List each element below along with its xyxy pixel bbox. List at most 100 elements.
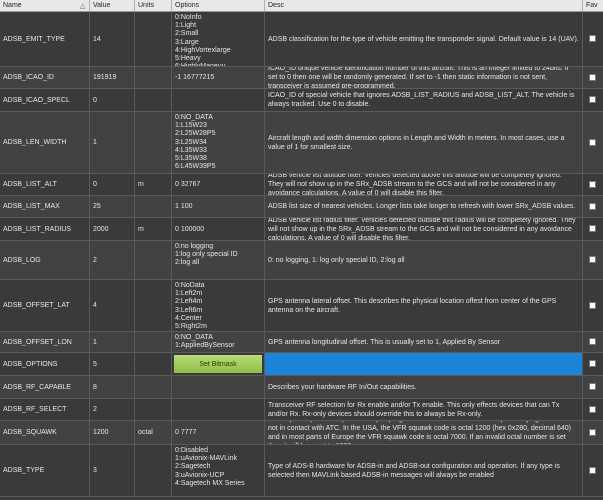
column-header-desc[interactable]: Desc <box>265 0 583 11</box>
column-header-name[interactable]: Name △ <box>0 0 90 11</box>
param-name-cell: ADSB_SQUAWK <box>0 421 90 444</box>
param-value-cell[interactable]: 8 <box>90 376 135 398</box>
param-value[interactable]: 3 <box>93 467 97 474</box>
param-value[interactable]: 1 <box>93 139 97 146</box>
fav-checkbox[interactable] <box>589 466 596 474</box>
param-desc-cell: Type of ADS-B hardware for ADSB-in and A… <box>265 445 583 496</box>
param-value[interactable]: 14 <box>93 36 101 43</box>
fav-cell <box>583 332 603 352</box>
option-item: 4:Sagetech MX Series <box>175 479 245 487</box>
param-value[interactable]: 25 <box>93 203 101 210</box>
param-value-cell[interactable]: 1200 <box>90 421 135 444</box>
param-value-cell[interactable]: 25 <box>90 196 135 217</box>
option-item: 3:Large <box>175 38 199 46</box>
param-value-cell[interactable]: 3 <box>90 445 135 496</box>
param-value-cell[interactable]: 5 <box>90 353 135 375</box>
param-value-cell[interactable]: 2000 <box>90 218 135 240</box>
param-units-cell: m <box>135 218 172 240</box>
fav-checkbox[interactable] <box>589 405 596 413</box>
param-options-cell: 0:Disabled 1:uAvionix-MAVLink 2:Sagetech 3:… <box>172 445 265 496</box>
param-value[interactable]: 1 <box>93 339 97 346</box>
param-desc-cell: VFR squawk (Mode 3/A) code is a pre-prog… <box>265 421 583 444</box>
param-value[interactable]: 1200 <box>93 429 109 436</box>
fav-checkbox[interactable] <box>589 360 596 367</box>
param-value-cell[interactable]: 191919 <box>90 67 135 88</box>
set-bitmask-button[interactable]: Set Bitmask <box>174 355 262 373</box>
param-value-cell[interactable]: 1 <box>90 332 135 352</box>
param-name-cell: ADSB_OFFSET_LAT <box>0 280 90 331</box>
parameter-grid: Name △ Value Units Options Desc Fav ADSB_… <box>0 0 603 500</box>
param-value-cell[interactable]: 2 <box>90 399 135 420</box>
fav-checkbox[interactable] <box>589 138 596 146</box>
fav-cell <box>583 241 603 279</box>
param-desc-cell: ADSB vehicle list altitude filter. Vehic… <box>265 174 583 195</box>
fav-cell <box>583 376 603 398</box>
param-value-cell[interactable]: 14 <box>90 12 135 66</box>
param-desc-cell: Transceiver RF selection for Rx enable a… <box>265 399 583 420</box>
fav-checkbox[interactable] <box>589 428 596 436</box>
table-row[interactable]: ADSB_LIST_ALT 0 m 0 32767 ADSB vehicle list … <box>0 174 603 196</box>
fav-checkbox[interactable] <box>589 301 596 309</box>
param-value-cell[interactable]: 0 <box>90 174 135 195</box>
param-desc-cell <box>265 353 583 375</box>
column-header-units[interactable]: Units <box>135 0 172 11</box>
param-value[interactable]: 5 <box>93 361 97 368</box>
option-item: 0:NoInfo <box>175 14 202 21</box>
fav-cell <box>583 67 603 88</box>
table-row[interactable]: ADSB_LIST_RADIUS 2000 m 0 100000 ADSB vehicl… <box>0 218 603 241</box>
param-value[interactable]: 0 <box>93 181 97 188</box>
table-row[interactable]: ADSB_RF_CAPABLE 8 Describes your hardware … <box>0 376 603 399</box>
table-row[interactable]: ADSB_SQUAWK 1200 octal 0 7777 VFR squawk (Mo… <box>0 421 603 445</box>
fav-checkbox[interactable] <box>589 96 596 103</box>
param-units: octal <box>138 429 153 436</box>
param-options-cell: 0:NO_DATA 1:L15W23 2:L25W28P5 3:L25W34 4:L35… <box>172 112 265 173</box>
param-value[interactable]: 191919 <box>93 74 116 81</box>
param-options-cell[interactable]: Set Bitmask <box>172 353 265 375</box>
table-row[interactable]: ADSB_OFFSET_LAT 4 0:NoData 1:Left2m 2:Left4m… <box>0 280 603 332</box>
param-options-cell: 1 100 <box>172 196 265 217</box>
option-item: 0:no logging <box>175 243 214 250</box>
column-header-options[interactable]: Options <box>172 0 265 11</box>
param-value[interactable]: 2 <box>93 406 97 413</box>
column-header-fav[interactable]: Fav <box>583 0 603 11</box>
param-value-cell[interactable]: 1 <box>90 112 135 173</box>
fav-checkbox[interactable] <box>589 180 596 188</box>
table-row[interactable]: ADSB_LEN_WIDTH 1 0:NO_DATA 1:L15W23 2:L25W28… <box>0 112 603 174</box>
param-name-cell: ADSB_EMIT_TYPE <box>0 12 90 66</box>
param-value-cell[interactable]: 0 <box>90 89 135 111</box>
table-row[interactable]: ADSB_LIST_MAX 25 1 100 ADSB list size of ne… <box>0 196 603 218</box>
table-row[interactable]: ADSB_RF_SELECT 2 Transceiver RF selection … <box>0 399 603 421</box>
fav-checkbox[interactable] <box>589 73 596 81</box>
table-row[interactable]: ADSB_ICAO_SPECL 0 ICAO_ID of special vehic… <box>0 89 603 112</box>
param-units: m <box>138 181 144 188</box>
fav-cell <box>583 353 603 375</box>
param-name-cell: ADSB_LIST_RADIUS <box>0 218 90 240</box>
param-description: Transceiver RF selection for Rx enable a… <box>268 401 560 418</box>
table-row[interactable]: ADSB_ICAO_ID 191919 -1 16777215 ICAO_ID uni… <box>0 67 603 89</box>
fav-checkbox[interactable] <box>589 256 596 263</box>
fav-checkbox[interactable] <box>589 35 596 42</box>
table-row[interactable]: ADSB_TYPE 3 0:Disabled 1:uAvionix-MAVLink 2:… <box>0 445 603 497</box>
table-row[interactable]: ADSB_OPTIONS 5 Set Bitmask <box>0 353 603 376</box>
param-units-cell <box>135 196 172 217</box>
selected-cell-highlight <box>265 353 582 375</box>
param-units-cell: octal <box>135 421 172 444</box>
table-row[interactable]: ADSB_LOG 2 0:no logging 1:log only special … <box>0 241 603 280</box>
column-header-value[interactable]: Value <box>90 0 135 11</box>
param-value-cell[interactable]: 4 <box>90 280 135 331</box>
option-item: 4:HighVortexlarge <box>175 46 231 54</box>
param-value[interactable]: 2 <box>93 257 97 264</box>
param-value-cell[interactable]: 2 <box>90 241 135 279</box>
fav-checkbox[interactable] <box>589 202 596 210</box>
param-value[interactable]: 0 <box>93 97 97 104</box>
fav-checkbox[interactable] <box>589 383 596 390</box>
fav-checkbox[interactable] <box>589 338 596 345</box>
table-row[interactable]: ADSB_EMIT_TYPE 14 0:NoInfo 1:Light 2:Small 3:… <box>0 12 603 67</box>
param-value[interactable]: 2000 <box>93 226 109 233</box>
fav-checkbox[interactable] <box>589 225 596 232</box>
table-row[interactable]: ADSB_OFFSET_LON 1 0:NO_DATA 1:AppliedBySens… <box>0 332 603 353</box>
param-value[interactable]: 8 <box>93 384 97 391</box>
param-description: ADSB list size of nearest vehicles. Long… <box>268 203 576 210</box>
param-value[interactable]: 4 <box>93 302 97 309</box>
fav-cell <box>583 399 603 420</box>
